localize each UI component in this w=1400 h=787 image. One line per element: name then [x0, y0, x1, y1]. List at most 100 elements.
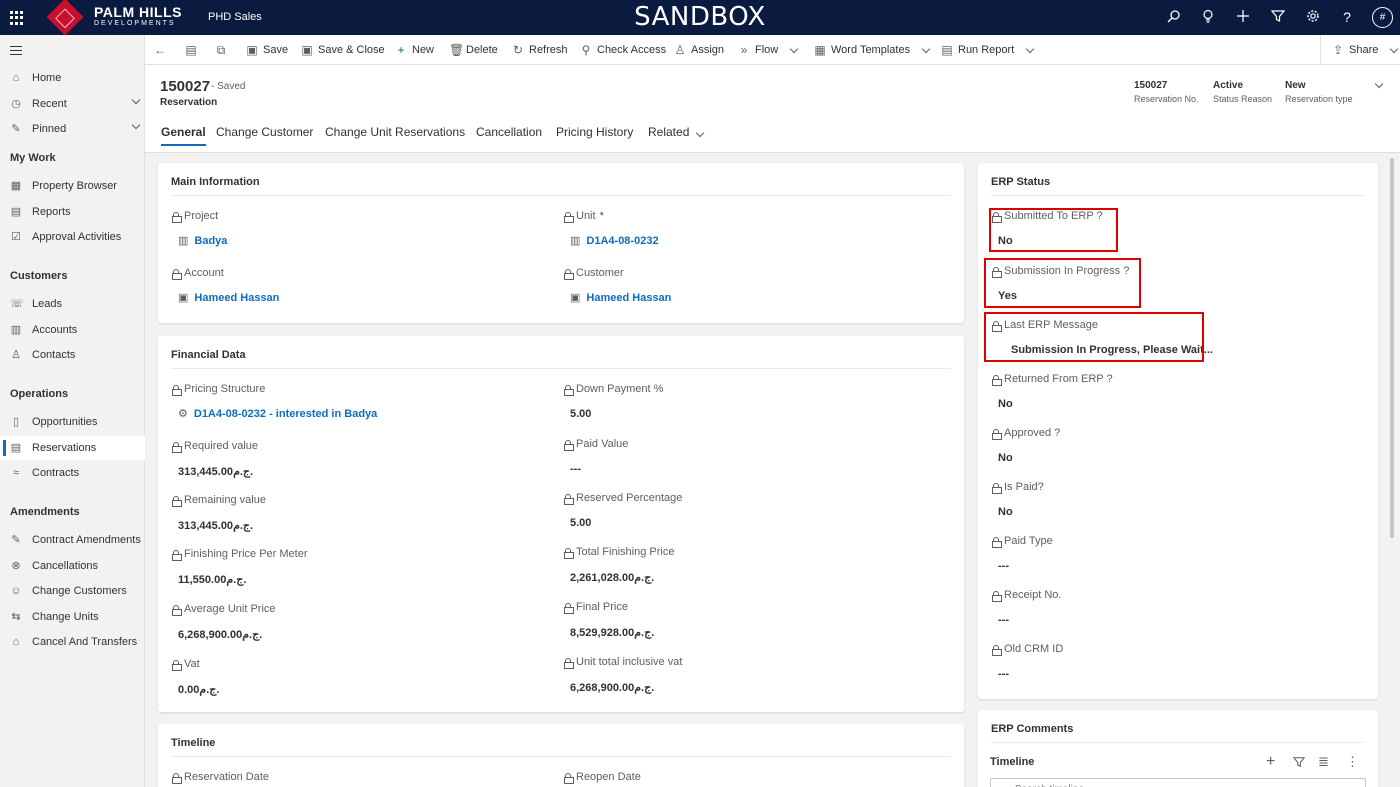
save-close-button[interactable]: ▣ Save & Close — [301, 35, 384, 65]
chevron-down-icon — [1390, 44, 1399, 53]
account-lookup-link[interactable]: ▣ Hameed Hassan — [178, 291, 279, 305]
building-icon: ▥ — [570, 235, 581, 247]
chevron-down-icon — [789, 44, 799, 53]
sidebar-item-change-customers[interactable]: ☺ Change Customers — [0, 579, 145, 603]
back-button[interactable]: ← — [154, 35, 166, 65]
section-financial-data: Financial Data Pricing Structure ⚙ D1A4-0… — [158, 336, 964, 712]
field-label: Finishing Price Per Meter — [184, 548, 308, 560]
field-value: 6,268,900.00ج.م. — [178, 629, 263, 641]
sidebar-item-reports[interactable]: ▤ Reports — [0, 200, 145, 224]
sidebar-item-cancellations[interactable]: ⊗ Cancellations — [0, 554, 145, 578]
field-old-crm-id: Old CRM ID --- — [992, 643, 1063, 680]
filter-icon[interactable] — [1270, 9, 1286, 25]
lock-icon — [172, 268, 182, 280]
highlight-box — [984, 312, 1204, 362]
divider — [991, 195, 1365, 196]
lock-icon — [992, 536, 1002, 548]
search-icon[interactable] — [1166, 9, 1182, 25]
plus-icon[interactable] — [1235, 9, 1251, 25]
lightbulb-icon[interactable] — [1200, 9, 1216, 25]
search-person-icon: ⚲ — [581, 43, 591, 57]
sidebar-item-contract-amendments[interactable]: ✎ Contract Amendments — [0, 528, 145, 552]
check-access-button[interactable]: ⚲ Check Access — [580, 35, 667, 65]
sidebar-item-pinned[interactable]: ✎ Pinned — [0, 117, 145, 141]
environment-banner: SANDBOX — [634, 2, 766, 32]
field-remaining-value: Remaining value 313,445.00ج.م. — [172, 494, 266, 532]
flow-button[interactable]: » Flow — [738, 35, 799, 65]
pricing-structure-lookup-link[interactable]: ⚙ D1A4-08-0232 - interested in Badya — [178, 407, 377, 421]
header-expand-chevron-icon[interactable] — [1374, 79, 1384, 89]
scrollbar[interactable] — [1390, 158, 1394, 538]
word-templates-button[interactable]: ▦ Word Templates — [814, 35, 931, 65]
sidebar-item-leads[interactable]: ☏ Leads — [0, 292, 145, 316]
sidebar-item-recent[interactable]: ◷ Recent — [0, 92, 145, 116]
sidebar-item-accounts[interactable]: ▥ Accounts — [0, 318, 145, 342]
section-title: ERP Status — [991, 176, 1051, 188]
lock-icon — [992, 482, 1002, 494]
field-label: Account — [184, 267, 224, 279]
pricing-icon: ⚙ — [178, 408, 188, 420]
delete-button[interactable]: 🗑 Delete — [449, 35, 498, 65]
sidebar-item-home[interactable]: ⌂ Home — [0, 66, 145, 90]
field-required-value: Required value 313,445.00ج.م. — [172, 440, 258, 478]
lock-icon — [172, 772, 182, 784]
lock-icon — [172, 549, 182, 561]
save-button[interactable]: ▣ Save — [246, 35, 288, 65]
new-button[interactable]: + New — [395, 35, 434, 65]
help-icon[interactable]: ? — [1339, 9, 1355, 25]
field-label: Paid Value — [576, 438, 629, 450]
section-title: Financial Data — [171, 349, 246, 361]
header-field-status-reason: Active Status Reason — [1213, 80, 1273, 104]
share-icon: ⇪ — [1332, 43, 1344, 57]
open-new-window-button[interactable]: ⧉ — [215, 35, 227, 65]
field-label: Reopen Date — [576, 771, 641, 783]
sidebar-item-opportunities[interactable]: ▯ Opportunities — [0, 410, 145, 434]
building-icon: ▥ — [10, 324, 22, 336]
project-lookup-link[interactable]: ▥ Badya — [178, 234, 227, 248]
tab-pricing-history[interactable]: Pricing History — [556, 125, 633, 139]
field-is-paid: Is Paid? No — [992, 481, 1044, 518]
filter-icon[interactable] — [1292, 756, 1306, 771]
sidebar-item-property-browser[interactable]: ▦ Property Browser — [0, 174, 145, 198]
plus-icon: + — [397, 43, 405, 57]
tab-change-unit-reservations[interactable]: Change Unit Reservations — [325, 125, 465, 139]
field-value: 2,261,028.00ج.م. — [570, 572, 655, 584]
run-report-button[interactable]: ▤ Run Report — [941, 35, 1035, 65]
save-label: Save — [263, 44, 289, 56]
field-label: Total Finishing Price — [576, 546, 675, 558]
field-value: No — [998, 398, 1013, 410]
sidebar-item-cancel-and-transfers[interactable]: ⌂ Cancel And Transfers — [0, 630, 145, 654]
form-body: Main Information Project ▥ Badya Unit * ▥ D… — [145, 153, 1400, 787]
gear-icon[interactable] — [1305, 9, 1321, 25]
field-value: 6,268,900.00ج.م. — [570, 682, 655, 694]
tab-change-customer[interactable]: Change Customer — [216, 125, 313, 139]
sidebar-item-approval-activities[interactable]: ☑ Approval Activities — [0, 225, 145, 249]
field-label: Average Unit Price — [184, 603, 276, 615]
more-options-icon[interactable]: ⋮ — [1346, 754, 1359, 770]
hamburger-menu-icon[interactable] — [10, 46, 22, 55]
timeline-search-input[interactable] — [990, 778, 1366, 787]
add-note-icon[interactable]: + — [1266, 753, 1275, 771]
field-label: Down Payment % — [576, 383, 664, 395]
sort-icon[interactable]: ≣ — [1318, 754, 1329, 770]
field-value: 5.00 — [570, 517, 592, 529]
form-view-button[interactable]: ▤ — [185, 35, 197, 65]
sidebar-item-reservations[interactable]: ▤ Reservations — [0, 436, 145, 460]
report-icon: ▤ — [10, 206, 22, 218]
sidebar-item-contacts[interactable]: ♙ Contacts — [0, 343, 145, 367]
sidebar-item-contracts[interactable]: ≈ Contracts — [0, 461, 145, 485]
refresh-button[interactable]: ↻ Refresh — [512, 35, 568, 65]
grid-icon: ▦ — [10, 180, 22, 192]
share-button[interactable]: ⇪ Share — [1332, 35, 1399, 65]
customer-lookup-link[interactable]: ▣ Hameed Hassan — [570, 291, 671, 305]
tab-related[interactable]: Related — [648, 125, 705, 139]
tab-general[interactable]: General — [161, 125, 206, 146]
project-icon: ▥ — [178, 235, 189, 247]
assign-button[interactable]: ♙ Assign — [674, 35, 724, 65]
unit-lookup-link[interactable]: ▥ D1A4-08-0232 — [570, 234, 659, 248]
top-navigation-bar: PALM HILLS DEVELOPMENTS PHD Sales SANDBO… — [0, 0, 1400, 36]
tab-cancellation[interactable]: Cancellation — [476, 125, 542, 139]
field-reservation-date: Reservation Date — [172, 771, 269, 784]
sidebar-item-change-units[interactable]: ⇆ Change Units — [0, 605, 145, 629]
avatar[interactable]: # — [1372, 7, 1393, 28]
